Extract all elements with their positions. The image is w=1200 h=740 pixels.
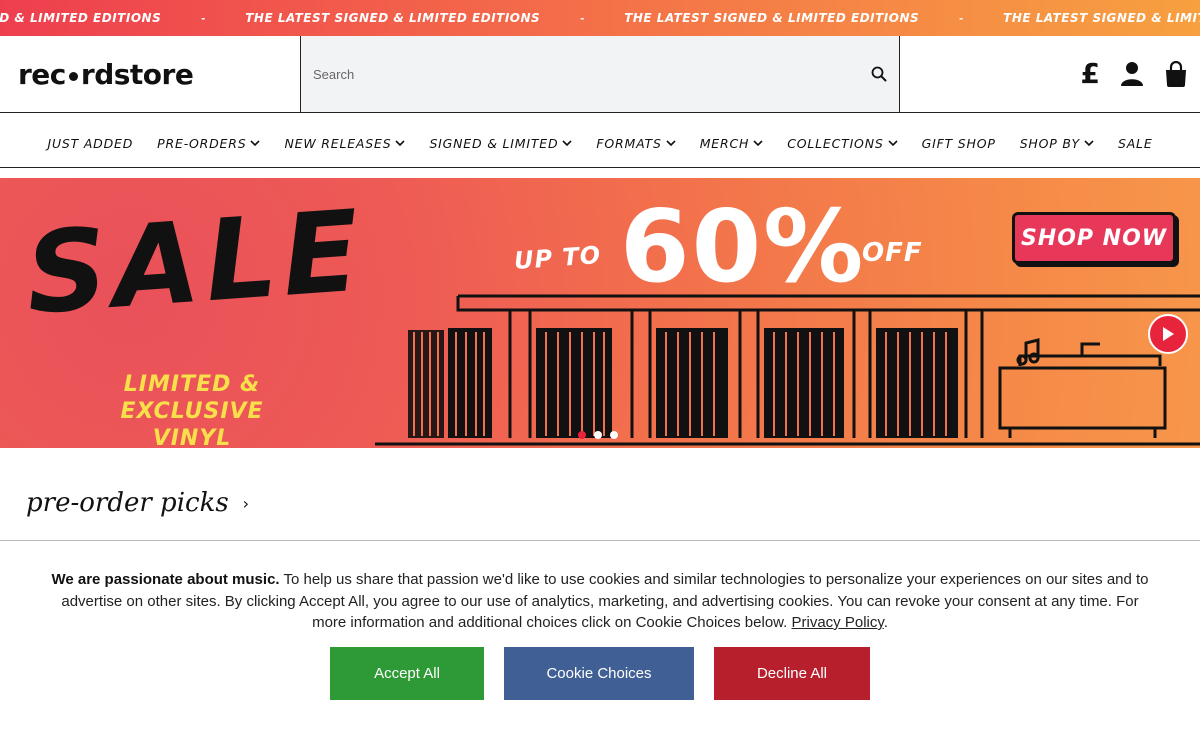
bag-icon[interactable] [1164, 61, 1188, 87]
hero-sub-line: LIMITED & [123, 372, 261, 397]
announcement-ticker[interactable]: NED & LIMITED EDITIONS - THE LATEST SIGN… [0, 0, 1200, 36]
search-bar [300, 36, 900, 112]
chevron-down-icon [666, 140, 676, 147]
logo-text-right: rdstore [80, 58, 194, 91]
nav-item-signed-limited[interactable]: Signed & Limited [417, 136, 584, 151]
chevron-down-icon [753, 140, 763, 147]
nav-label: Formats [596, 136, 662, 151]
decline-all-button[interactable]: Decline All [714, 647, 870, 700]
main-nav: Just Added Pre-Orders New Releases Signe… [0, 120, 1200, 168]
search-icon[interactable] [871, 66, 887, 82]
hero-sub-line: EXCLUSIVE VINYL [120, 399, 264, 448]
chevron-down-icon [888, 140, 898, 147]
chevron-down-icon [562, 140, 572, 147]
site-logo[interactable]: rec rdstore [18, 58, 194, 91]
nav-item-new-releases[interactable]: New Releases [272, 136, 417, 151]
site-header: rec rdstore £ [0, 36, 1200, 113]
nav-item-shop-by[interactable]: Shop By [1008, 136, 1106, 151]
ticker-item: NED & LIMITED EDITIONS [0, 11, 162, 25]
nav-label: Signed & Limited [429, 136, 559, 151]
nav-label: Just Added [47, 136, 134, 151]
chevron-right-icon: › [242, 493, 250, 513]
account-icon[interactable] [1120, 61, 1144, 87]
shop-now-button[interactable]: SHOP NOW [1012, 212, 1176, 264]
ticker-track: NED & LIMITED EDITIONS - THE LATEST SIGN… [0, 0, 1200, 36]
ticker-item: THE LATEST SIGNED & LIMITED EDITIONS [1003, 11, 1200, 25]
cookie-message: We are passionate about music. To help u… [50, 569, 1150, 634]
nav-item-sale[interactable]: Sale [1106, 136, 1165, 151]
carousel-dot[interactable] [594, 431, 602, 439]
carousel-dot[interactable] [578, 431, 586, 439]
section-title-text: pre-order picks [26, 488, 229, 518]
nav-label: New Releases [284, 136, 392, 151]
nav-label: Shop By [1019, 136, 1080, 151]
cookie-buttons: Accept All Cookie Choices Decline All [330, 647, 870, 700]
nav-label: Merch [699, 136, 750, 151]
ticker-item: THE LATEST SIGNED & LIMITED EDITIONS [245, 11, 541, 25]
nav-item-formats[interactable]: Formats [584, 136, 687, 151]
hero-upto: UP TO [513, 240, 603, 276]
currency-icon[interactable]: £ [1081, 60, 1100, 88]
play-icon [1163, 327, 1174, 341]
nav-item-gift-shop[interactable]: Gift Shop [910, 136, 1008, 151]
ticker-item: THE LATEST SIGNED & LIMITED EDITIONS [624, 11, 920, 25]
hero-off: OFF [862, 238, 923, 268]
chevron-down-icon [250, 140, 261, 147]
hero-banner[interactable]: SALE LIMITED & EXCLUSIVE VINYL UP TO 60%… [0, 178, 1200, 448]
carousel-play-button[interactable] [1148, 314, 1188, 354]
nav-item-collections[interactable]: Collections [775, 136, 909, 151]
search-input[interactable] [313, 62, 853, 86]
logo-record-dot [68, 72, 78, 81]
hero-headline: SALE [21, 186, 370, 340]
section-heading-pre-order-picks[interactable]: pre-order picks › [26, 488, 249, 518]
carousel-dots [578, 431, 618, 439]
nav-item-just-added[interactable]: Just Added [35, 136, 145, 151]
chevron-down-icon [395, 140, 406, 147]
record-shelf-illustration [375, 294, 1200, 446]
nav-label: Collections [787, 136, 884, 151]
cookie-choices-button[interactable]: Cookie Choices [504, 647, 694, 700]
chevron-down-icon [1084, 140, 1094, 147]
header-actions: £ [1081, 60, 1188, 88]
cookie-consent-banner: We are passionate about music. To help u… [0, 540, 1200, 740]
cookie-message-bold: We are passionate about music. [51, 571, 280, 588]
nav-label: Pre-Orders [157, 136, 247, 151]
nav-label: Sale [1117, 136, 1153, 151]
hero-subheadline: LIMITED & EXCLUSIVE VINYL [92, 371, 292, 448]
privacy-policy-link[interactable]: Privacy Policy [792, 614, 884, 631]
nav-label: Gift Shop [921, 136, 996, 151]
carousel-dot[interactable] [610, 431, 618, 439]
nav-item-pre-orders[interactable]: Pre-Orders [145, 136, 272, 151]
logo-text-left: rec [18, 58, 66, 91]
cookie-message-end: . [883, 614, 888, 631]
nav-item-merch[interactable]: Merch [688, 136, 776, 151]
accept-all-button[interactable]: Accept All [330, 647, 484, 700]
